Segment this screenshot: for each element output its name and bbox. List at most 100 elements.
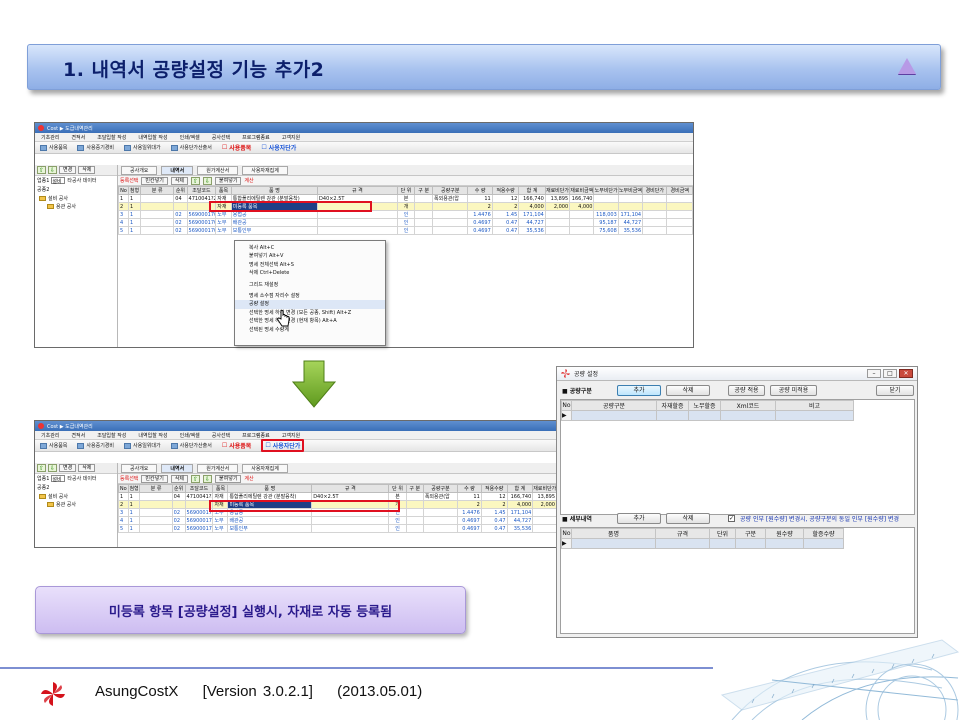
row-up-button[interactable]: ⇧	[191, 176, 201, 185]
column-header[interactable]: 분 류	[140, 186, 175, 195]
user-price-checkbox[interactable]: ☐ 사용자단가	[261, 439, 305, 452]
menu-item[interactable]: 견적서	[71, 432, 85, 439]
maximize-button[interactable]: □	[883, 369, 897, 378]
ctx-copy[interactable]: 복사 Alt+C	[235, 244, 385, 252]
column-header[interactable]: 합 계	[506, 484, 534, 493]
delete-button[interactable]: 삭제	[78, 464, 96, 472]
menu-item[interactable]: 공사선택	[212, 432, 230, 439]
menu-item[interactable]: 기초관리	[41, 432, 59, 439]
column-header[interactable]: 노무할증	[688, 400, 721, 411]
column-header[interactable]: 적용수량	[480, 484, 508, 493]
table-cell[interactable]	[688, 410, 721, 421]
used-unit-cost-button[interactable]: 사용일위대가	[124, 442, 161, 449]
used-price-sheet-button[interactable]: 사용단가산출서	[170, 144, 212, 151]
change-button[interactable]: 변경	[59, 166, 77, 174]
work-combo[interactable]: 설비	[51, 475, 66, 483]
column-header[interactable]: 수 량	[457, 484, 482, 493]
menu-item[interactable]: 견적서	[71, 134, 85, 141]
column-header[interactable]: No	[561, 400, 572, 411]
register-select-button[interactable]: 등록선택	[120, 475, 138, 482]
used-equipment-button[interactable]: 사용중기경비	[77, 144, 114, 151]
table-cell[interactable]	[656, 410, 689, 421]
column-header[interactable]: 재료비단가	[544, 186, 571, 195]
column-header[interactable]: 조달코드	[186, 186, 217, 195]
delete-detail-button[interactable]: 삭제	[666, 513, 710, 524]
close-button[interactable]: 닫기	[876, 385, 914, 396]
column-header[interactable]: 규 격	[317, 186, 398, 195]
column-header[interactable]: 규 격	[311, 484, 390, 493]
close-icon[interactable]: ✕	[899, 369, 913, 378]
column-header[interactable]: 단 위	[396, 186, 416, 195]
work-combo[interactable]: 설비	[51, 177, 66, 185]
row-up-button[interactable]: ⇧	[191, 474, 201, 483]
column-header[interactable]: 노무비단가	[593, 186, 619, 195]
column-header[interactable]: 단 위	[388, 484, 407, 493]
tab-statement[interactable]: 내역서	[161, 165, 194, 175]
column-header[interactable]: 품 명	[227, 484, 313, 493]
ctx-select-all[interactable]: 명세 전체선택 Alt+S	[235, 261, 385, 269]
tree-node[interactable]: 용관 공사	[39, 500, 117, 508]
column-header[interactable]: 경비단가	[642, 186, 668, 195]
column-header[interactable]: 비고	[775, 400, 854, 411]
column-header[interactable]: Xml코드	[720, 400, 776, 411]
calculate-button[interactable]: 계산	[244, 475, 253, 482]
tab-material-summary[interactable]: 사용자재집계	[242, 165, 288, 175]
delete-button[interactable]: 삭제	[666, 385, 710, 396]
row-down-button[interactable]: ⇩	[203, 176, 213, 185]
menu-item[interactable]: 프로그램종료	[242, 134, 270, 141]
column-header[interactable]: 재료비단가	[532, 484, 557, 493]
add-detail-button[interactable]: 추가	[617, 513, 661, 524]
table-cell[interactable]	[720, 410, 776, 421]
table-cell[interactable]	[571, 410, 657, 421]
menu-item[interactable]: 조달입찰 작성	[97, 432, 126, 439]
move-down-button[interactable]: ⇩	[48, 464, 57, 472]
change-button[interactable]: 변경	[59, 464, 77, 472]
add-button[interactable]: 추가	[617, 385, 661, 396]
delete-row-button[interactable]: 삭제	[170, 176, 189, 185]
unapply-qty-button[interactable]: 공량 미적용	[770, 385, 817, 396]
table-cell[interactable]	[655, 538, 710, 549]
column-header[interactable]: 품목	[212, 484, 229, 493]
table-cell[interactable]	[735, 538, 766, 549]
ctx-quantity-setting[interactable]: 공량 설정	[235, 300, 385, 309]
column-header[interactable]: 규격	[655, 528, 710, 539]
minimize-button[interactable]: –	[867, 369, 881, 378]
ctx-paste[interactable]: 붙여넣기 Alt+V	[235, 252, 385, 260]
menu-item[interactable]: 프로그램종료	[242, 432, 270, 439]
delete-row-button[interactable]: 삭제	[170, 474, 189, 483]
menu-item[interactable]: 내역입찰 작성	[138, 134, 167, 141]
tab-overview[interactable]: 공사개요	[121, 165, 158, 175]
used-equipment-button[interactable]: 사용중기경비	[77, 442, 114, 449]
table-row[interactable]: 310256900017056노무용접공인1.44761.45171,10411…	[118, 210, 693, 219]
column-header[interactable]: 품명	[571, 528, 656, 539]
column-header[interactable]: 분 류	[139, 484, 173, 493]
insert-blank-button[interactable]: 빈칸넣기	[141, 176, 168, 185]
move-up-button[interactable]: ⇧	[37, 464, 46, 472]
menu-item[interactable]: 내역입찰 작성	[138, 432, 167, 439]
column-header[interactable]: 할증수량	[803, 528, 844, 539]
tab-statement[interactable]: 내역서	[161, 463, 194, 473]
column-header[interactable]: 공량구분	[571, 400, 657, 411]
used-unit-cost-button[interactable]: 사용일위대가	[124, 144, 161, 151]
menu-item[interactable]: 공사선택	[212, 134, 230, 141]
column-header[interactable]: 조달코드	[184, 484, 214, 493]
sync-checkbox[interactable]: ✓	[728, 515, 735, 522]
tree-node[interactable]: 설비 공사	[39, 492, 117, 500]
table-row[interactable]: 41 0256900017030노무배관공 인 0.46970.4744,727	[118, 516, 557, 525]
column-header[interactable]: 첨형	[127, 484, 141, 493]
menu-item[interactable]: 인쇄/엑셀	[180, 432, 200, 439]
menu-item[interactable]: 인쇄/엑셀	[180, 134, 200, 141]
column-header[interactable]: 구 분	[405, 484, 424, 493]
column-header[interactable]: 수 량	[467, 186, 493, 195]
insert-blank-button[interactable]: 빈칸넣기	[141, 474, 168, 483]
table-cell[interactable]	[803, 538, 844, 549]
menu-item[interactable]: 조달입찰 작성	[97, 134, 126, 141]
calculate-button[interactable]: 계산	[244, 177, 253, 184]
column-header[interactable]: 경비금액	[666, 186, 693, 195]
column-header[interactable]: 원수량	[765, 528, 804, 539]
table-cell[interactable]	[775, 410, 854, 421]
column-header[interactable]: 품목	[215, 186, 232, 195]
user-price-checkbox[interactable]: ☐ 사용자단가	[261, 143, 296, 152]
ctx-change-all[interactable]: 선택한 명세 하위 변경 (모든 공종, Shift) Alt+Z	[235, 309, 385, 317]
table-row[interactable]: 510256900017041노무보통인부인0.46970.4735,53675…	[118, 226, 693, 235]
